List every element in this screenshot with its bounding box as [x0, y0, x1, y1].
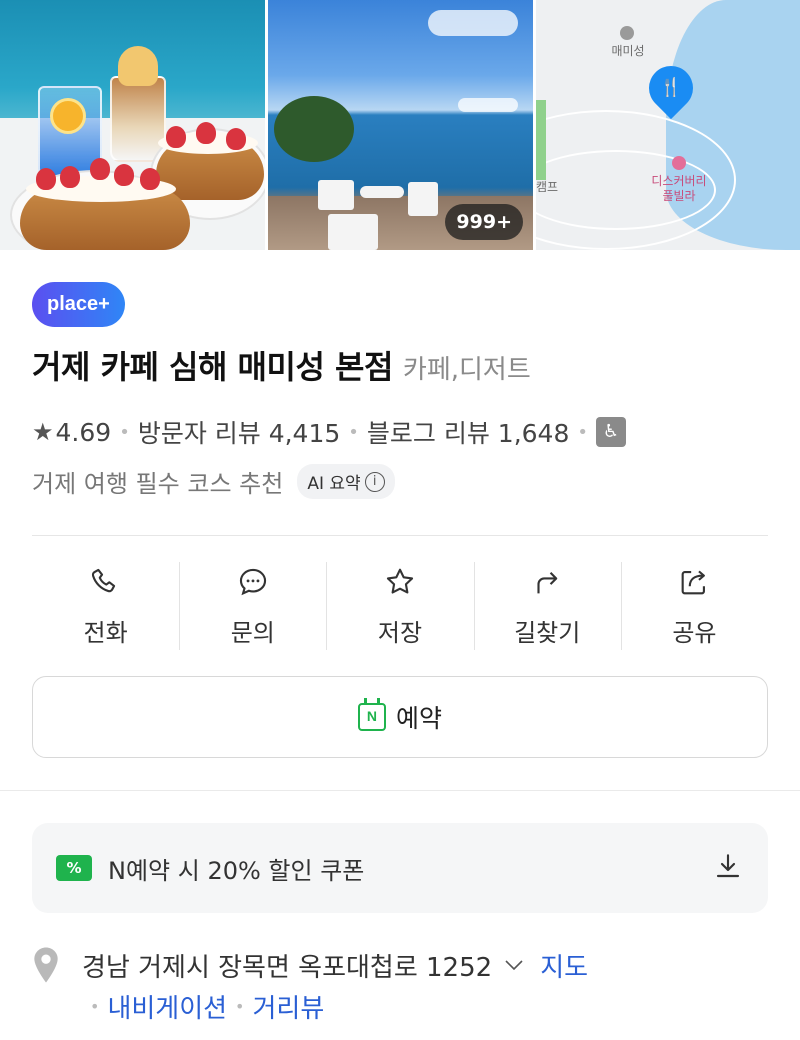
chat-icon [239, 568, 266, 595]
map-link[interactable]: 지도 [540, 947, 588, 984]
summary-text: 거제 여행 필수 코스 추천 [32, 470, 284, 498]
download-coupon-button[interactable] [712, 850, 744, 886]
coffee-glass [110, 76, 166, 162]
strawberry [196, 122, 216, 144]
soft-serve [118, 46, 158, 86]
place-plus-badge[interactable]: place+ [32, 282, 125, 327]
divider [32, 535, 768, 536]
coupon-banner[interactable]: % N예약 시 20% 할인 쿠폰 [32, 823, 768, 913]
rating-value: 4.69 [55, 417, 112, 447]
wheelchair-icon: ♿ [596, 417, 626, 447]
ai-summary-label: AI 요약 [307, 474, 361, 494]
navigation-link[interactable]: 내비게이션 [107, 988, 227, 1025]
photo-count-badge[interactable]: 999+ [445, 204, 523, 240]
place-title: 거제 카페 심해 매미성 본점 [32, 348, 393, 386]
phone-icon [91, 568, 115, 592]
chair [328, 214, 378, 250]
share-icon [682, 570, 706, 594]
visitor-reviews-link[interactable]: 방문자 리뷰 4,415 [138, 414, 340, 450]
info-icon: i [364, 471, 385, 492]
mini-map[interactable]: 매미성 🍴 캠프 디스커버리 풀빌라 [536, 0, 800, 250]
blog-reviews-link[interactable]: 블로그 리뷰 1,648 [367, 414, 569, 450]
photo-ocean-view[interactable]: 999+ [268, 0, 533, 250]
chevron-down-icon[interactable] [502, 953, 526, 977]
map-green-area [536, 100, 546, 180]
place-category: 카페,디저트 [402, 355, 531, 385]
call-label: 전화 [83, 618, 128, 647]
naver-reservation-icon: N [357, 698, 386, 731]
strawberry [36, 168, 56, 190]
action-bar: 전화 문의 저장 길찾기 공유 [32, 560, 768, 652]
inquiry-button[interactable]: 문의 [179, 560, 326, 652]
separator-dot: • [90, 997, 100, 1016]
table [360, 186, 404, 198]
tree [274, 96, 354, 162]
strawberry [90, 158, 110, 180]
hotel-poi-icon [672, 156, 686, 170]
orange-slice [50, 98, 86, 134]
map-poi-label: 매미성 [611, 44, 645, 58]
address-links: • 내비게이션 • 거리뷰 [82, 988, 324, 1025]
separator-dot: • [577, 421, 588, 443]
photo-dessert[interactable] [0, 0, 265, 250]
directions-icon [537, 571, 558, 593]
map-poi-label: 캠프 [536, 180, 559, 194]
directions-label: 길찾기 [514, 618, 581, 647]
reserve-button[interactable]: N 예약 [32, 676, 768, 758]
street-view-link[interactable]: 거리뷰 [252, 988, 324, 1025]
save-label: 저장 [377, 618, 423, 647]
share-label: 공유 [672, 618, 717, 647]
cloud [458, 98, 518, 112]
strawberry [140, 168, 160, 190]
download-icon [716, 854, 740, 878]
share-button[interactable]: 공유 [620, 560, 768, 652]
review-stats: ★ 4.69 • 방문자 리뷰 4,415 • 블로그 리뷰 1,648 • ♿ [32, 414, 626, 450]
cloud [428, 10, 518, 36]
strawberry [166, 126, 186, 148]
coupon-icon: % [56, 855, 92, 881]
map-poi-label: 디스커버리 풀빌라 [651, 174, 707, 203]
rating-star-icon: ★ [32, 418, 54, 446]
section-divider [0, 790, 800, 791]
separator-dot: • [119, 421, 130, 443]
ai-summary-chip[interactable]: AI 요약 i [297, 464, 395, 499]
photo-strip: 999+ 매미성 🍴 캠프 디스커버리 풀빌라 [0, 0, 800, 250]
strawberry [114, 164, 134, 186]
save-button[interactable]: 저장 [326, 560, 473, 652]
separator-dot: • [235, 997, 245, 1016]
strawberry [60, 166, 80, 188]
location-icon [34, 947, 58, 983]
address-row: 경남 거제시 장목면 옥포대첩로 1252 지도 [32, 946, 588, 984]
directions-button[interactable]: 길찾기 [473, 560, 621, 652]
reserve-label: 예약 [395, 704, 442, 733]
coupon-text: N예약 시 20% 할인 쿠폰 [108, 856, 365, 885]
title-row: 거제 카페 심해 매미성 본점 카페,디저트 [32, 342, 531, 388]
chair [318, 180, 354, 210]
cafe-poi-icon [620, 26, 634, 40]
strawberry [226, 128, 246, 150]
separator-dot: • [348, 421, 359, 443]
inquiry-label: 문의 [230, 618, 275, 647]
call-button[interactable]: 전화 [32, 560, 179, 652]
restaurant-icon: 🍴 [659, 77, 683, 98]
star-icon [386, 568, 414, 594]
address-text[interactable]: 경남 거제시 장목면 옥포대첩로 1252 [82, 947, 492, 984]
summary-row: 거제 여행 필수 코스 추천 AI 요약 i [32, 464, 395, 499]
chair [408, 182, 438, 216]
